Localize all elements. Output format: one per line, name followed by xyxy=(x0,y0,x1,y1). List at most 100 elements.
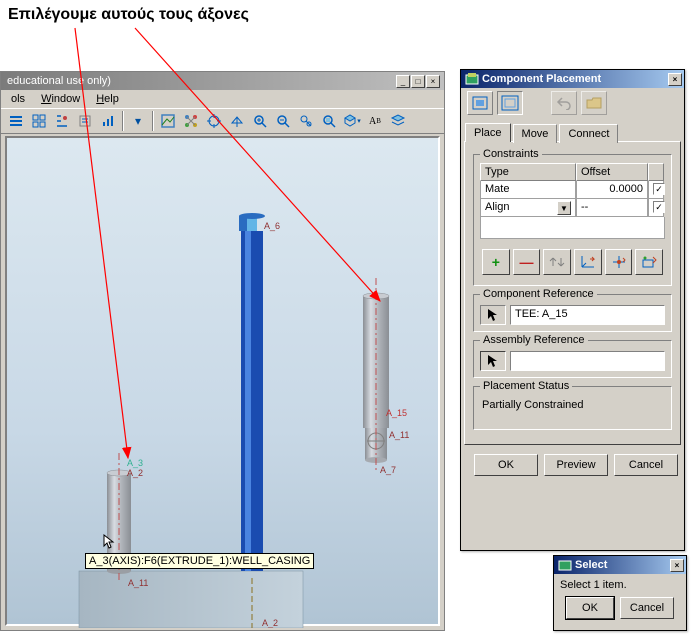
constraint-type-align[interactable]: Align▼ xyxy=(480,199,576,217)
constraint-row-align[interactable]: Align▼ -- ✓ xyxy=(480,199,665,217)
component-reference-title: Component Reference xyxy=(480,288,597,300)
assembly-ref-select-button[interactable] xyxy=(480,351,506,371)
tool-list-icon[interactable] xyxy=(5,110,27,132)
main-toolbar: ▾ ▾ AB xyxy=(1,108,444,134)
add-constraint-button[interactable]: + xyxy=(482,249,510,275)
titlebar-text: educational use only) xyxy=(7,75,395,87)
cursor-icon xyxy=(103,534,119,550)
menu-tools[interactable]: ols xyxy=(5,91,31,107)
constraint-offset-mate[interactable]: 0.0000 xyxy=(576,181,648,199)
tab-place[interactable]: Place xyxy=(465,123,511,142)
zoom-in-icon[interactable] xyxy=(249,110,271,132)
constraints-group-title: Constraints xyxy=(480,148,542,160)
constraint-offset-align[interactable]: -- xyxy=(576,199,648,217)
titlebar: educational use only) _ □ × xyxy=(1,72,444,90)
select-ok-button[interactable]: OK xyxy=(566,597,614,619)
select-cancel-button[interactable]: Cancel xyxy=(620,597,674,619)
axis-label-a2-upper: A_2 xyxy=(127,468,143,478)
component-ref-field[interactable]: TEE: A_15 xyxy=(510,305,665,325)
assembly-reference-title: Assembly Reference xyxy=(480,334,588,346)
placement-tabs: Place Move Connect xyxy=(465,122,680,141)
axis-label-a15: A_15 xyxy=(386,408,407,418)
constraint-enable-mate[interactable]: ✓ xyxy=(648,181,664,199)
layers-icon[interactable] xyxy=(387,110,409,132)
placement-status-value: Partially Constrained xyxy=(480,395,665,415)
placement-undo-icon[interactable] xyxy=(551,91,577,115)
constraint-type-dropdown-icon[interactable]: ▼ xyxy=(557,201,571,215)
close-button[interactable]: × xyxy=(426,75,440,88)
retrieve-constraint-icon[interactable] xyxy=(635,249,663,275)
axis-label-a6: A_6 xyxy=(264,221,280,231)
menu-help[interactable]: Help xyxy=(90,91,125,107)
col-header-offset[interactable]: Offset xyxy=(576,163,648,181)
constraints-group: Constraints Type Offset Mate 0.0000 ✓ Al… xyxy=(473,154,672,286)
toolbar-separator xyxy=(122,111,124,131)
col-header-type[interactable]: Type xyxy=(480,163,576,181)
select-dialog: Select × Select 1 item. OK Cancel xyxy=(553,555,687,631)
annotation-text: Επιλέγουμε αυτούς τους άξονες xyxy=(8,6,249,24)
coord-sys-icon[interactable] xyxy=(574,249,602,275)
view-center-icon[interactable] xyxy=(203,110,225,132)
menu-window[interactable]: Window xyxy=(35,91,86,107)
placement-status-title: Placement Status xyxy=(480,380,572,392)
dialog-toolbar xyxy=(461,88,684,118)
placement-mode1-icon[interactable] xyxy=(467,91,493,115)
annotate-icon[interactable]: AB xyxy=(364,110,386,132)
dialog-close-button[interactable]: × xyxy=(668,73,682,86)
select-dialog-title: Select xyxy=(575,559,669,571)
placement-dialog-buttons: OK Preview Cancel xyxy=(461,448,684,482)
view-orient-icon[interactable] xyxy=(226,110,248,132)
3d-viewport[interactable]: A_6 A_2 A_3 A_2 A_11 A_15 A_11 A_7 xyxy=(5,136,440,626)
constraint-type-mate[interactable]: Mate xyxy=(480,181,576,199)
constraint-row-mate[interactable]: Mate 0.0000 ✓ xyxy=(480,181,665,199)
axis-label-a3: A_3 xyxy=(127,458,143,468)
remove-constraint-button[interactable]: ― xyxy=(513,249,541,275)
tab-panel-place: Constraints Type Offset Mate 0.0000 ✓ Al… xyxy=(464,141,681,445)
minimize-button[interactable]: _ xyxy=(396,75,410,88)
cancel-button[interactable]: Cancel xyxy=(614,454,678,476)
placement-open-icon[interactable] xyxy=(581,91,607,115)
tool-chart-icon[interactable] xyxy=(97,110,119,132)
menubar: ols Window Help xyxy=(1,90,444,108)
tool-settings-icon[interactable] xyxy=(74,110,96,132)
dialog-title-text: Component Placement xyxy=(482,73,667,85)
axis-label-a2-lower: A_2 xyxy=(262,618,278,628)
dialog-titlebar: Component Placement × xyxy=(461,70,684,88)
assembly-reference-group: Assembly Reference xyxy=(473,340,672,378)
maximize-button[interactable]: □ xyxy=(411,75,425,88)
dialog-icon xyxy=(465,72,479,86)
select-message: Select 1 item. xyxy=(554,574,686,593)
select-dialog-close-button[interactable]: × xyxy=(670,559,684,572)
axis-label-a7: A_7 xyxy=(380,465,396,475)
tool-tree-icon[interactable] xyxy=(51,110,73,132)
tool-dropdown-icon[interactable]: ▾ xyxy=(127,110,149,132)
view-repaint-icon[interactable] xyxy=(157,110,179,132)
axis-label-a11-left: A_11 xyxy=(128,578,148,588)
zoom-fit-icon[interactable] xyxy=(295,110,317,132)
component-reference-group: Component Reference TEE: A_15 xyxy=(473,294,672,332)
orient-dropdown-icon[interactable]: ▾ xyxy=(341,110,363,132)
tab-connect[interactable]: Connect xyxy=(559,124,618,143)
tool-grid-icon[interactable] xyxy=(28,110,50,132)
toolbar-separator xyxy=(152,111,154,131)
assembly-ref-field[interactable] xyxy=(510,351,665,371)
constraint-enable-align[interactable]: ✓ xyxy=(648,199,664,217)
col-header-enable xyxy=(648,163,664,181)
select-dialog-titlebar: Select × xyxy=(554,556,686,574)
select-dialog-icon xyxy=(558,558,572,572)
placement-status-group: Placement Status Partially Constrained xyxy=(473,386,672,430)
view-spin-icon[interactable] xyxy=(180,110,202,132)
placement-mode2-icon[interactable] xyxy=(497,91,523,115)
ok-button[interactable]: OK xyxy=(474,454,538,476)
component-placement-dialog: Component Placement × Place Move Connect… xyxy=(460,69,685,551)
orient-constraint-icon[interactable] xyxy=(605,249,633,275)
app-window: educational use only) _ □ × ols Window H… xyxy=(0,71,445,631)
axis-label-a11-right: A_11 xyxy=(389,430,409,440)
zoom-selected-icon[interactable] xyxy=(318,110,340,132)
flip-constraint-icon[interactable] xyxy=(543,249,571,275)
constraints-empty-row xyxy=(480,217,665,239)
tab-move[interactable]: Move xyxy=(513,124,558,143)
preview-button[interactable]: Preview xyxy=(544,454,608,476)
component-ref-select-button[interactable] xyxy=(480,305,506,325)
zoom-out-icon[interactable] xyxy=(272,110,294,132)
